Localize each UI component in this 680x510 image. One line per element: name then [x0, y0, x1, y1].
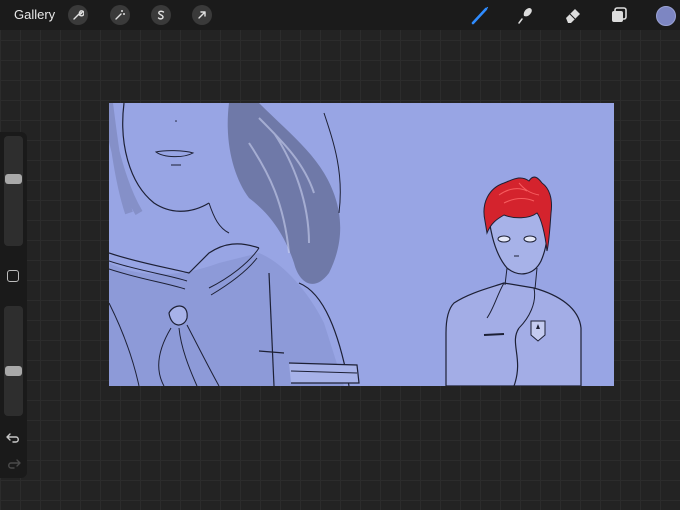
girl-mouth: [154, 150, 195, 158]
smudge-icon[interactable]: [514, 4, 536, 26]
brush-size-slider[interactable]: [4, 136, 23, 246]
boy-jacket: [445, 282, 582, 386]
boy-eye-left: [497, 235, 511, 243]
girl-scarf-knot: [168, 305, 188, 326]
girl-nose: [175, 120, 177, 122]
girl-hair-left: [109, 103, 143, 216]
selection-icon[interactable]: [151, 5, 171, 25]
brush-size-thumb[interactable]: [5, 174, 22, 184]
layers-icon[interactable]: [608, 4, 630, 26]
undo-icon[interactable]: [6, 431, 21, 443]
magic-wand-icon[interactable]: [110, 5, 130, 25]
girl-jawline: [122, 103, 210, 212]
eraser-icon[interactable]: [562, 4, 584, 26]
top-toolbar: Gallery: [0, 0, 680, 30]
transform-arrow-icon[interactable]: [192, 5, 212, 25]
boy-pocket: [483, 333, 505, 336]
artwork: [109, 103, 582, 386]
redo-icon[interactable]: [6, 457, 21, 469]
brush-icon[interactable]: [469, 4, 491, 26]
opacity-thumb[interactable]: [5, 366, 22, 376]
drawing-canvas[interactable]: [109, 103, 614, 386]
gallery-button[interactable]: Gallery: [14, 7, 55, 22]
wrench-icon[interactable]: [68, 5, 88, 25]
opacity-slider[interactable]: [4, 306, 23, 416]
modify-square-icon[interactable]: [7, 270, 19, 282]
color-swatch[interactable]: [656, 6, 676, 26]
sidebar: [0, 132, 27, 478]
boy-eye-right: [523, 235, 537, 243]
